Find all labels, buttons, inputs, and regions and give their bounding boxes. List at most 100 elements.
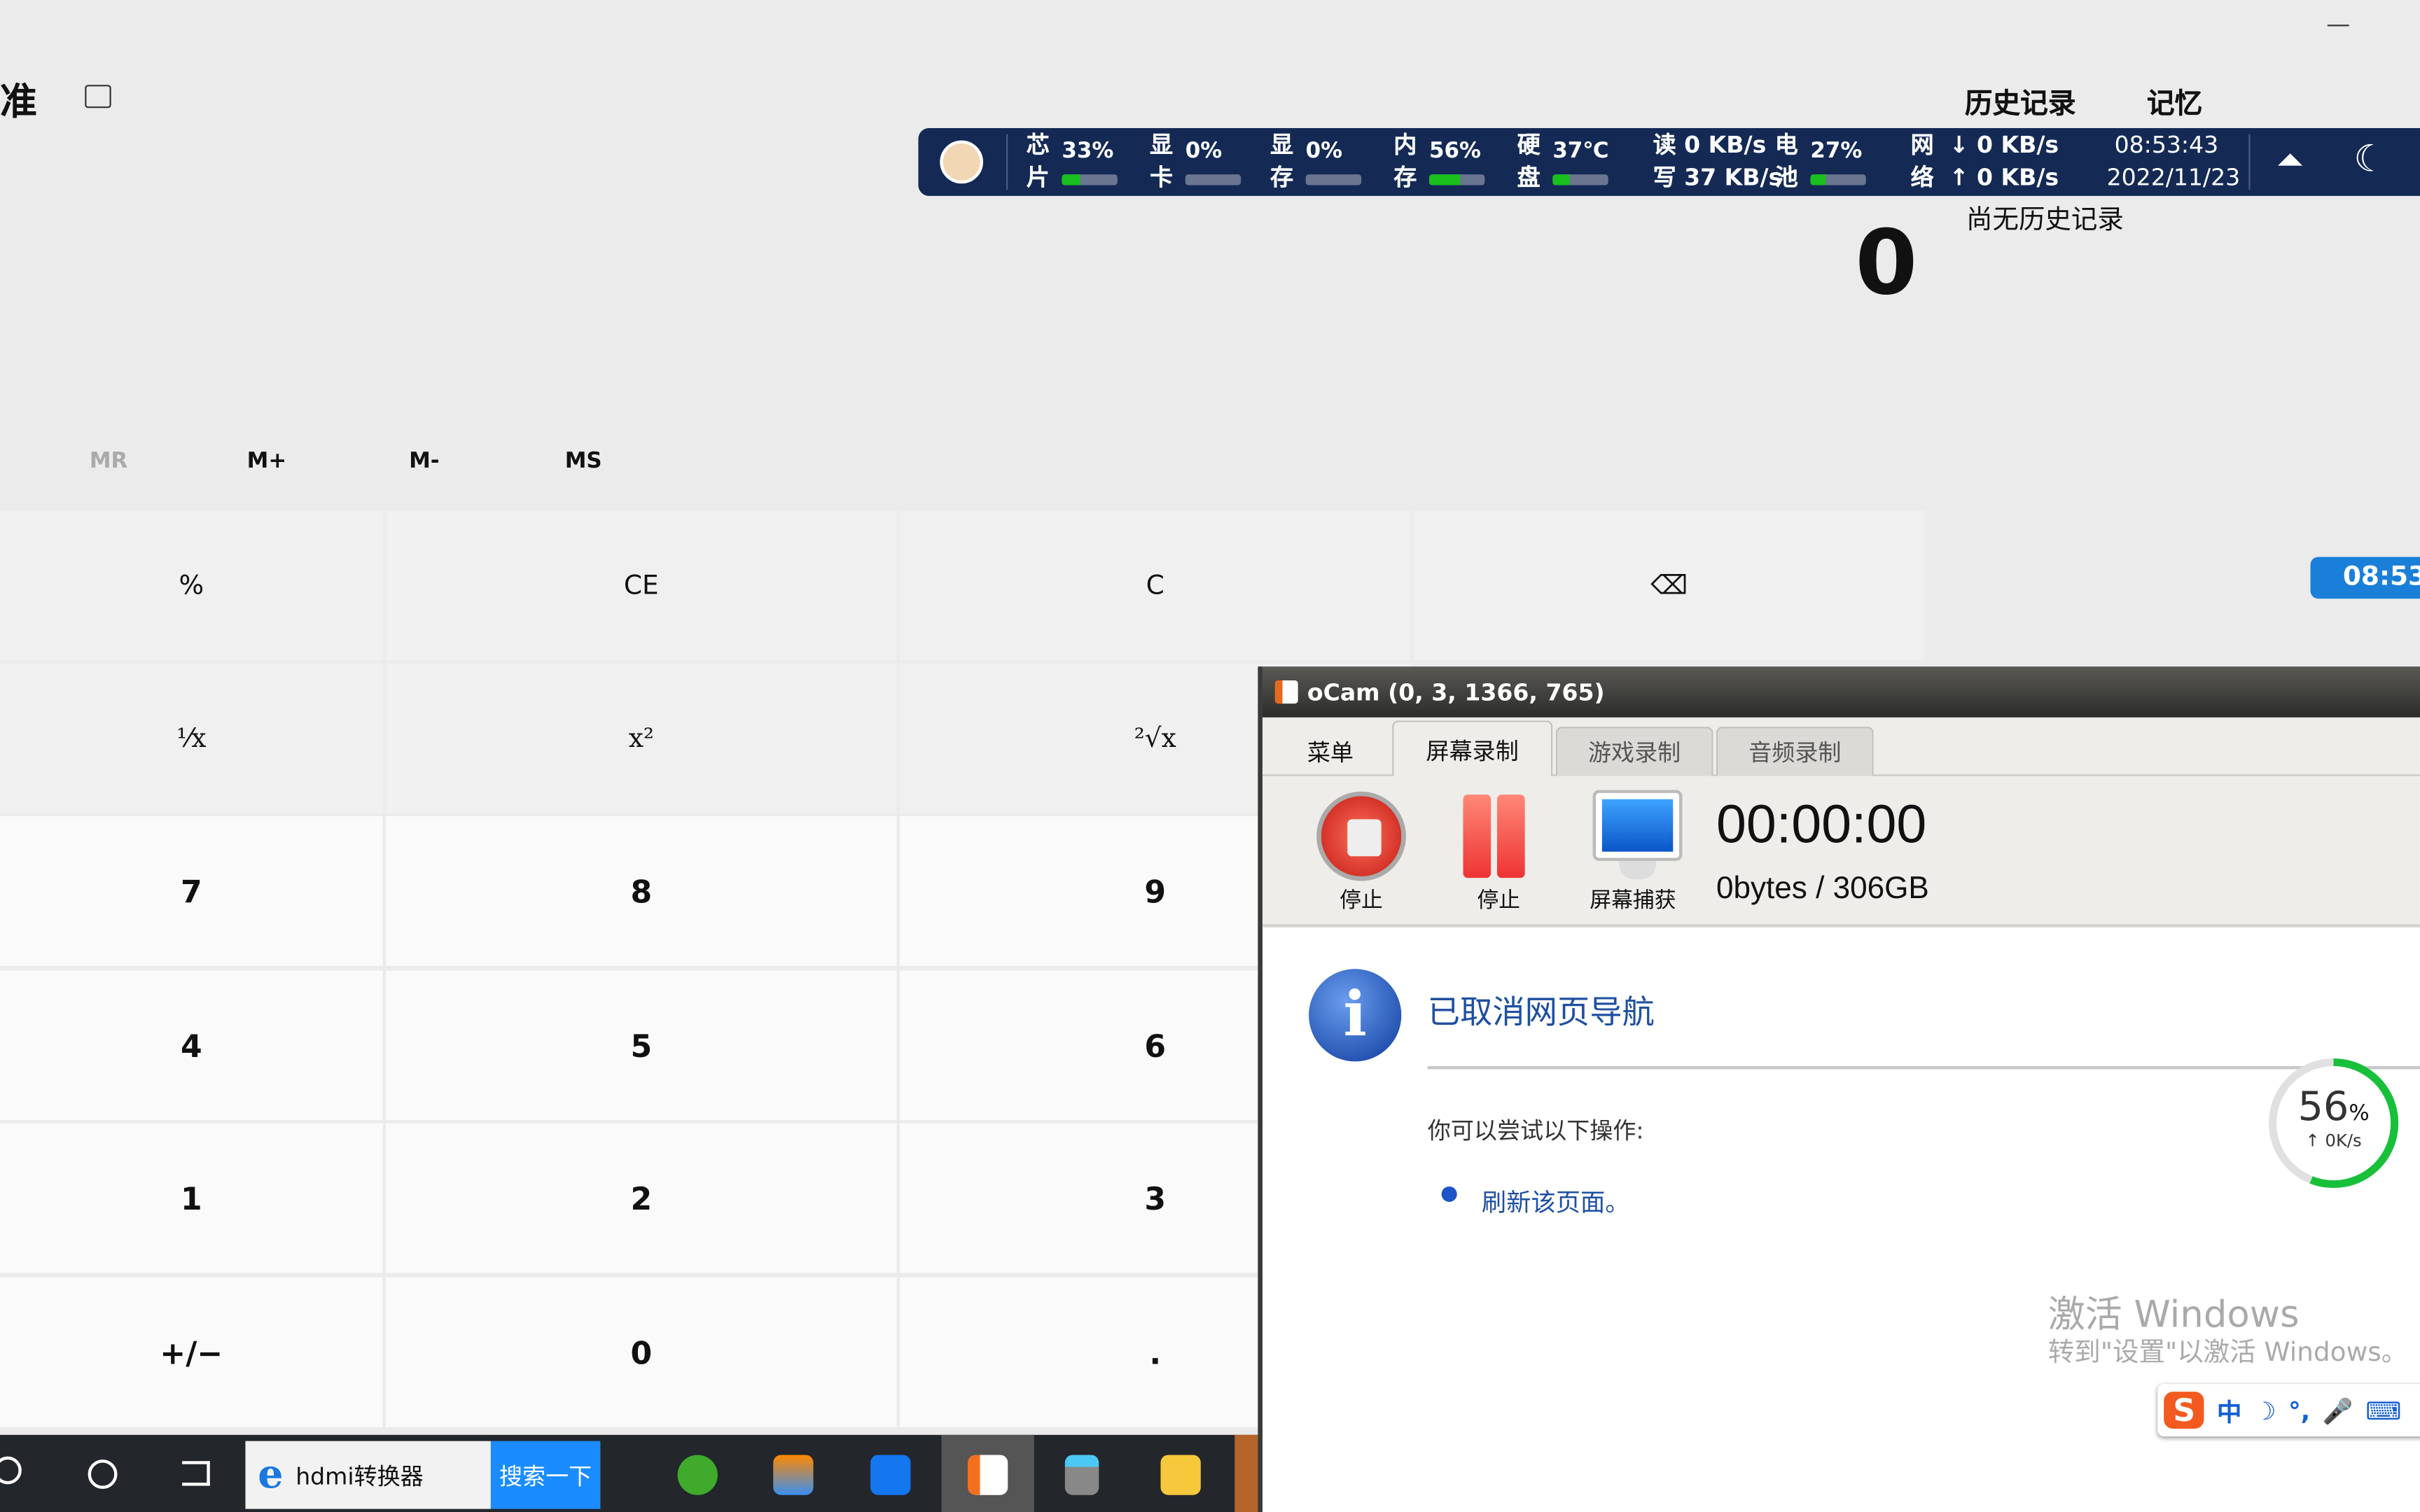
error-heading: 已取消网页导航 — [1427, 993, 1655, 1031]
stop-label: 停止 — [1340, 888, 1383, 913]
ocam-titlebar[interactable]: oCam (0, 3, 1366, 765) — [1262, 666, 2420, 718]
calculator-icon[interactable] — [1064, 1455, 1099, 1495]
vram-label-2: 存 — [1270, 163, 1294, 192]
memory-gauge[interactable]: 56% ↑ 0K/s — [2269, 1058, 2399, 1189]
divider — [1427, 1066, 2420, 1070]
gpu-value: 0% — [1185, 139, 1223, 164]
battery-usage-bar — [1810, 174, 1866, 186]
square-button[interactable]: x² — [386, 663, 897, 813]
ime-mic-icon[interactable]: 🎤 — [2323, 1396, 2353, 1425]
ime-punctuation-icon[interactable]: °, — [2288, 1396, 2310, 1425]
tab-menu[interactable]: 菜单 — [1272, 727, 1389, 776]
clear-button[interactable]: C — [899, 510, 1411, 661]
show-desktop-strip[interactable] — [1235, 1434, 1258, 1512]
net-down: ↓ 0 KB/s — [1949, 131, 2059, 160]
screen: 准 历史记录 记忆 尚无历史记录 0 MR M+ M- MS % CE C ⌫ ¹⁄x x… — [0, 0, 2420, 1512]
system-monitor-bar: 芯 片 33% 显 卡 0% 显 存 0% 内 存 56% 硬 盘 37℃ 电 … — [918, 127, 2420, 196]
mem-label-2: 存 — [1393, 163, 1417, 192]
taskbar: e hdmi转换器 搜索一下 — [0, 1434, 1258, 1512]
search-text: hdmi转换器 — [295, 1462, 424, 1490]
digit-5-button[interactable]: 5 — [386, 970, 897, 1121]
rocket-icon[interactable]: ⏶ — [2276, 142, 2304, 181]
file-size: 0bytes / 306GB — [1716, 872, 1929, 906]
gauge-value: 56 — [2297, 1084, 2349, 1131]
tab-audio-record[interactable]: 音频录制 — [1716, 727, 1874, 776]
memory-store-button[interactable]: MS — [565, 449, 602, 473]
reciprocal-button[interactable]: ¹⁄x — [0, 663, 383, 813]
percent-button[interactable]: % — [0, 510, 383, 661]
disk-value: 37℃ — [1552, 139, 1609, 164]
app-arrow-icon[interactable] — [870, 1455, 911, 1495]
memory-recall-button[interactable]: MR — [90, 449, 127, 473]
battery-value: 27% — [1810, 139, 1863, 164]
pause-icon-bar[interactable] — [1496, 794, 1525, 878]
mem-usage-bar — [1428, 174, 1485, 186]
hint-text: 你可以尝试以下操作: — [1427, 1116, 1644, 1145]
memory-add-button[interactable]: M+ — [247, 449, 287, 473]
disk-write: 写 37 KB/s — [1653, 163, 1783, 192]
ocam-title: oCam (0, 3, 1366, 765) — [1307, 678, 1605, 706]
search-button[interactable]: 搜索一下 — [490, 1441, 601, 1509]
clock-badge: 08:53 — [2310, 556, 2420, 599]
cpu-label-1: 芯 — [1026, 131, 1050, 160]
digit-8-button[interactable]: 8 — [386, 816, 897, 966]
minimize-button[interactable] — [2327, 24, 2349, 27]
tab-memory[interactable]: 记忆 — [2147, 82, 2202, 122]
file-explorer-icon[interactable] — [1160, 1455, 1201, 1495]
result-display: 0 — [1855, 209, 1918, 315]
mem-label-1: 内 — [1393, 131, 1417, 160]
app-shield-icon[interactable] — [773, 1455, 814, 1495]
digit-7-button[interactable]: 7 — [0, 816, 383, 966]
ocam-app-icon — [1274, 680, 1298, 704]
ime-toolbar: S 中 ☽ °, 🎤 ⌨ — [2157, 1384, 2420, 1437]
digit-1-button[interactable]: 1 — [0, 1123, 383, 1273]
vram-usage-bar — [1305, 174, 1362, 186]
ime-halfwidth-icon[interactable]: ☽ — [2254, 1396, 2276, 1425]
pause-label: 停止 — [1477, 888, 1521, 913]
record-timer: 00:00:00 — [1716, 794, 1927, 855]
activation-watermark-text: 转到"设置"以激活 Windows。 — [2047, 1337, 2408, 1369]
screen-capture-icon[interactable] — [1592, 790, 1683, 861]
clear-entry-button[interactable]: CE — [386, 510, 897, 661]
compact-overlay-icon[interactable] — [85, 85, 111, 108]
disk-read: 读 0 KB/s — [1653, 131, 1767, 160]
backspace-button[interactable]: ⌫ — [1413, 510, 1925, 661]
negate-button[interactable]: +/− — [0, 1277, 383, 1427]
cpu-value: 33% — [1062, 139, 1114, 164]
search-icon[interactable] — [0, 1456, 22, 1485]
tab-screen-record[interactable]: 屏幕录制 — [1392, 720, 1553, 778]
ime-chinese-mode[interactable]: 中 — [2217, 1392, 2241, 1429]
digit-4-button[interactable]: 4 — [0, 970, 383, 1121]
digit-2-button[interactable]: 2 — [386, 1123, 897, 1273]
refresh-link[interactable]: 刷新该页面。 — [1482, 1182, 1630, 1219]
mem-value: 56% — [1428, 139, 1481, 164]
task-view-icon[interactable] — [182, 1461, 210, 1486]
search-box[interactable]: e hdmi转换器 — [245, 1441, 491, 1509]
ime-keyboard-icon[interactable]: ⌨ — [2365, 1396, 2401, 1425]
browser-360-icon[interactable] — [677, 1455, 718, 1495]
moon-icon[interactable]: ☾ — [2353, 137, 2386, 181]
battery-label-1: 电 — [1774, 131, 1798, 160]
net-up: ↑ 0 KB/s — [1949, 163, 2059, 192]
sogou-logo-icon[interactable]: S — [2164, 1392, 2205, 1429]
disk-label-2: 盘 — [1517, 163, 1541, 192]
tab-game-record[interactable]: 游戏录制 — [1555, 727, 1713, 776]
gpu-label-2: 卡 — [1150, 163, 1174, 192]
cortana-icon[interactable] — [88, 1460, 118, 1489]
avatar-icon[interactable] — [940, 140, 984, 184]
net-label-1: 网 — [1910, 131, 1934, 160]
pause-icon[interactable] — [1463, 794, 1491, 878]
disk-usage-bar — [1552, 174, 1608, 186]
ocam-icon[interactable] — [967, 1455, 1008, 1495]
time: 08:53:43 — [2114, 131, 2219, 160]
digit-0-button[interactable]: 0 — [386, 1277, 897, 1427]
gauge-unit: % — [2349, 1101, 2370, 1126]
cpu-usage-bar — [1062, 174, 1118, 186]
memory-subtract-button[interactable]: M- — [409, 449, 440, 473]
no-history-text: 尚无历史记录 — [1966, 205, 2124, 237]
date: 2022/11/23 — [2106, 163, 2241, 192]
vram-label-1: 显 — [1270, 131, 1294, 160]
stop-record-icon[interactable] — [1316, 791, 1406, 881]
tab-history[interactable]: 历史记录 — [1965, 82, 2076, 122]
disk-label-1: 硬 — [1517, 131, 1541, 160]
